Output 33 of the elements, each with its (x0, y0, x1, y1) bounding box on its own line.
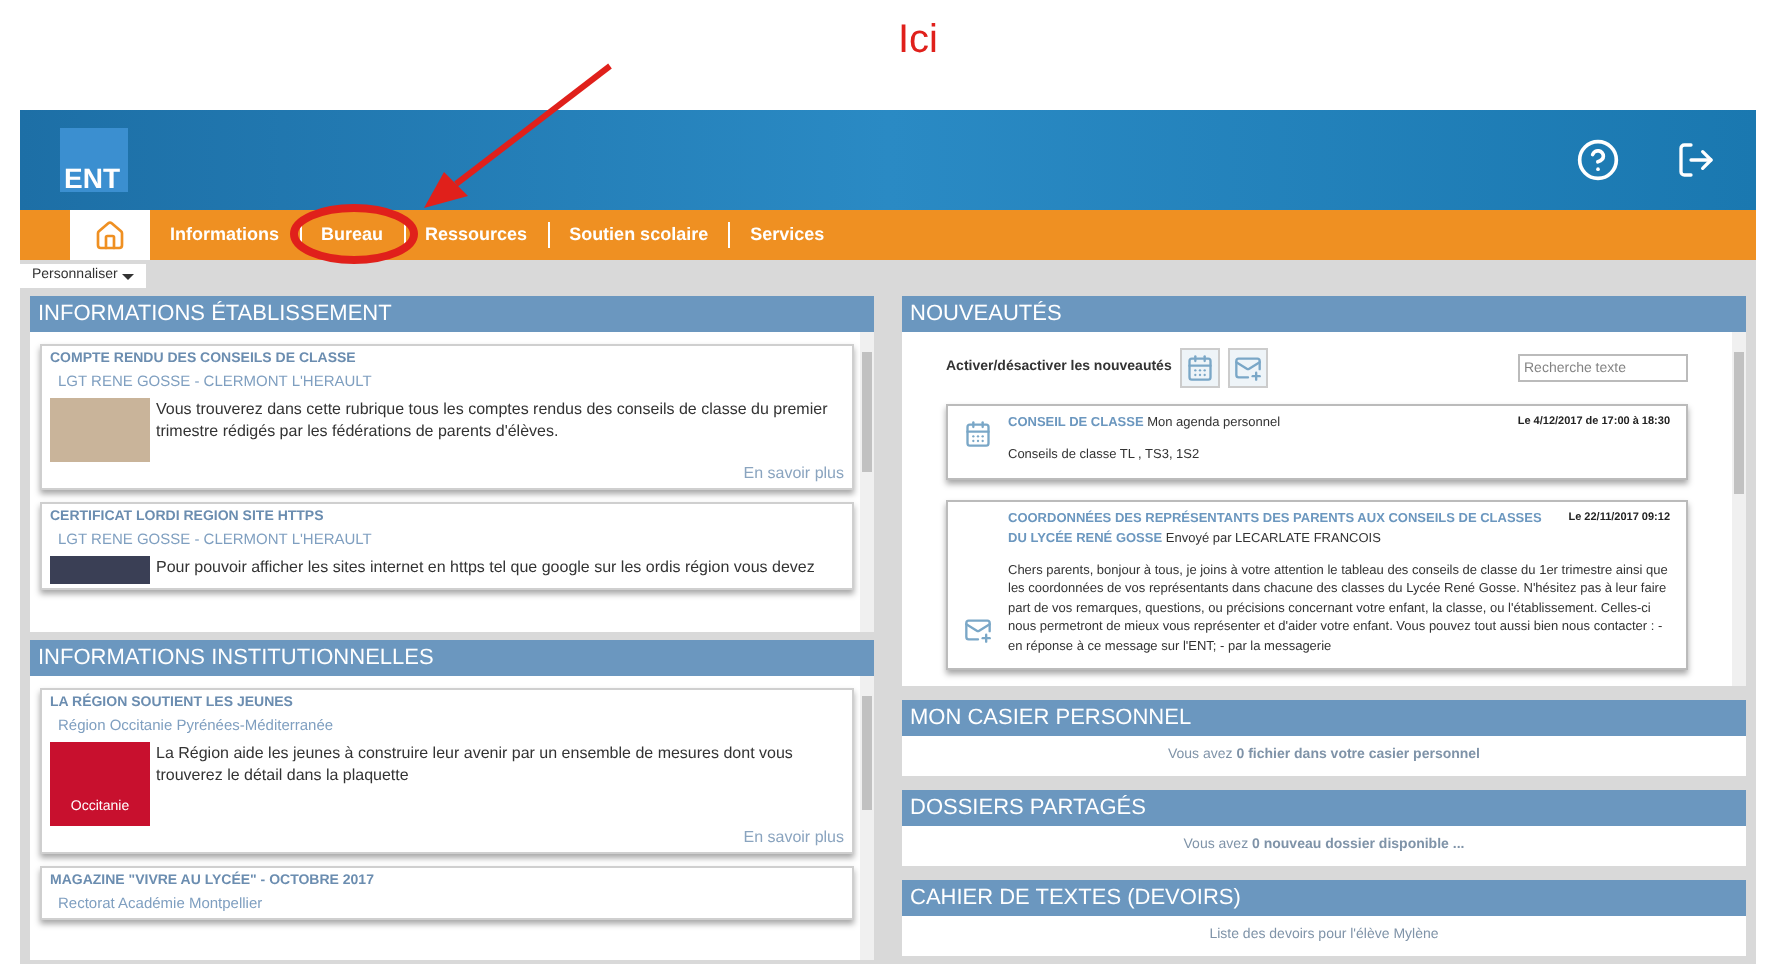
mail-toggle-button[interactable] (1227, 348, 1268, 388)
panel-header: INFORMATIONS ÉTABLISSEMENT (30, 296, 874, 332)
nav-tab[interactable]: Soutien scolaire (549, 221, 729, 249)
logout-icon[interactable] (1676, 140, 1716, 180)
mail-icon (964, 615, 992, 643)
card-text: La Région aide les jeunes à construire leur avenir par un ensemble de mesures dont vous trouverez le détail dans la plaquette (156, 742, 795, 786)
read-more-link[interactable]: En savoir plus (743, 828, 844, 848)
caret-icon (121, 273, 134, 279)
scrollbar[interactable] (860, 676, 874, 960)
home-icon (94, 219, 126, 251)
read-more-link[interactable]: En savoir plus (743, 464, 844, 484)
panel-header: INFORMATIONS INSTITUTIONNELLES (30, 640, 874, 676)
nav-tab[interactable]: Ressources (405, 221, 548, 249)
scrollbar[interactable] (860, 332, 874, 632)
calendar-icon (964, 420, 992, 448)
scrollbar[interactable] (1732, 332, 1746, 686)
nav-tab[interactable]: Bureau (301, 221, 404, 249)
annotation-label: Ici (898, 16, 938, 66)
nav-tab[interactable]: Informations (150, 221, 300, 249)
ent-logo[interactable]: ENT (60, 128, 128, 192)
nav-tab[interactable]: Services (730, 221, 845, 249)
home-tab[interactable] (70, 210, 150, 260)
panel-header: MON CASIER PERSONNEL (902, 700, 1746, 736)
card-text: Pour pouvoir afficher les sites internet en https tel que google sur les ordis région vous devez (156, 556, 815, 578)
panel-header: NOUVEAUTÉS (902, 296, 1746, 332)
annotation-ellipse (290, 204, 418, 264)
illustration-placeholder (50, 398, 150, 462)
help-icon[interactable] (1576, 138, 1620, 182)
panel-header: CAHIER DE TEXTES (DEVOIRS) (902, 880, 1746, 916)
photo-placeholder (50, 556, 150, 584)
card-text: Vous trouverez dans cette rubrique tous les comptes rendus des conseils de classe du premier trimestre rédigés par les fédérations de parents d'élèves. (156, 398, 830, 442)
panel-header: DOSSIERS PARTAGÉS (902, 790, 1746, 826)
calendar-toggle-button[interactable] (1179, 348, 1220, 388)
